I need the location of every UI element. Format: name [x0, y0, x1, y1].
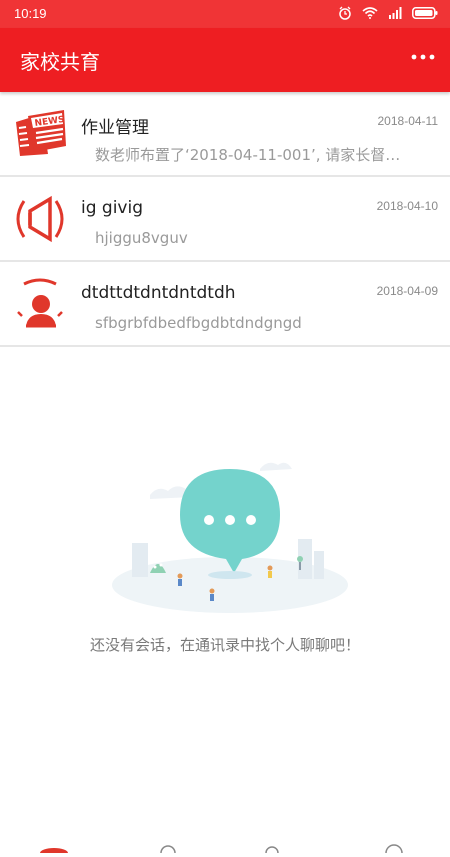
conversation-name: 作业管理: [81, 118, 149, 138]
conversation-preview: sfbgrbfdbedfbgdbtdndgngd: [95, 314, 302, 332]
status-icons: [338, 6, 438, 20]
status-bar: 10:19: [0, 0, 450, 28]
person-icon: [17, 278, 63, 328]
conversation-name: ig givig: [81, 198, 144, 218]
conversation-date: 2018-04-09: [376, 284, 438, 298]
conversation-item[interactable]: dtdttdtdntdntdtdh 2018-04-09 sfbgrbfdbed…: [0, 262, 450, 347]
news-icon: NEWS: [16, 110, 66, 156]
conversation-preview: hjiggu8vguv: [95, 229, 188, 247]
status-time: 10:19: [14, 6, 47, 21]
empty-chat-illustration: [112, 462, 348, 613]
battery-icon: [412, 7, 438, 19]
signal-icon: [389, 7, 402, 19]
conversation-preview: 数老师布置了‘2018-04-11-001’, 请家长督促学生完成: [95, 146, 415, 164]
bottom-tab-icons: [40, 844, 403, 857]
conversation-list: NEWS 作业管理 2018-04-11 数老师布置了‘2018-04-11-0…: [0, 92, 450, 347]
wifi-icon: [362, 7, 378, 19]
conversation-item[interactable]: ig givig 2018-04-10 hjiggu8vguv: [0, 177, 450, 262]
conversation-name: dtdttdtdntdntdtdh: [81, 283, 236, 303]
empty-state-message: 还没有会话，在通讯录中找个人聊聊吧！: [89, 636, 360, 654]
page-title: 家校共育: [20, 50, 100, 74]
app-bar: 家校共育: [0, 28, 450, 92]
conversation-item[interactable]: NEWS 作业管理 2018-04-11 数老师布置了‘2018-04-11-0…: [0, 92, 450, 177]
conversation-date: 2018-04-11: [377, 114, 439, 128]
alarm-icon: [339, 6, 351, 20]
bottom-tab-bar: [0, 838, 450, 857]
more-button[interactable]: [410, 44, 436, 70]
more-horizontal-icon: [411, 54, 435, 60]
speaker-icon: [16, 195, 64, 243]
conversation-date: 2018-04-10: [376, 199, 438, 213]
